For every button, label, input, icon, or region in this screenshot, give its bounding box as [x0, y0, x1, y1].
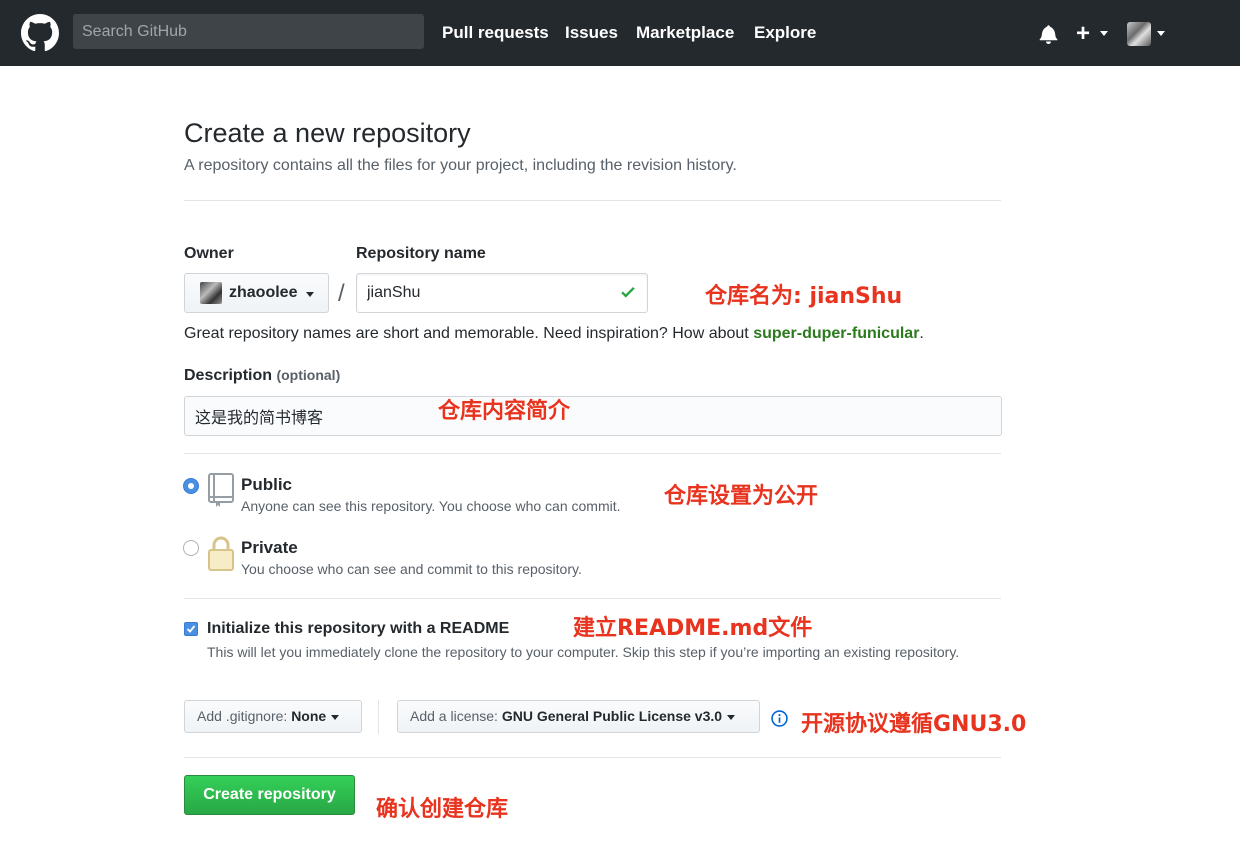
gitignore-value: None — [291, 708, 327, 724]
github-logo-icon[interactable] — [21, 14, 59, 52]
owner-name: zhaoolee — [229, 284, 298, 301]
plus-icon[interactable]: + — [1076, 22, 1090, 46]
nav-explore[interactable]: Explore — [754, 23, 816, 43]
nav-marketplace[interactable]: Marketplace — [636, 23, 734, 43]
check-icon — [621, 286, 635, 298]
avatar[interactable] — [1127, 22, 1151, 46]
readme-description: This will let you immediately clone the … — [207, 644, 960, 660]
create-repository-button[interactable]: Create repository — [184, 775, 355, 815]
repo-name-hint: Great repository names are short and mem… — [184, 325, 924, 342]
name-suggestion-link[interactable]: super-duper-funicular — [753, 325, 919, 342]
annotation-description: 仓库内容简介 — [438, 399, 571, 424]
divider — [378, 700, 379, 734]
repo-name-input[interactable] — [356, 273, 648, 313]
page-subtitle: A repository contains all the files for … — [184, 157, 737, 174]
repo-book-icon — [208, 473, 234, 507]
owner-select[interactable]: zhaoolee — [184, 273, 329, 313]
info-icon[interactable] — [771, 710, 788, 727]
chevron-down-icon[interactable] — [1100, 31, 1108, 36]
readme-title: Initialize this repository with a README — [207, 620, 510, 637]
chevron-down-icon — [306, 292, 314, 297]
nav-pull-requests[interactable]: Pull requests — [442, 23, 549, 43]
annotation-readme: 建立README.md文件 — [573, 616, 813, 641]
lock-icon — [208, 536, 234, 571]
owner-repo-separator: / — [338, 280, 345, 307]
nav-issues[interactable]: Issues — [565, 23, 618, 43]
public-radio[interactable] — [183, 478, 199, 494]
annotation-public: 仓库设置为公开 — [664, 484, 819, 509]
license-select[interactable]: Add a license: GNU General Public Licens… — [397, 700, 760, 733]
top-navbar: Pull requests Issues Marketplace Explore… — [0, 0, 1240, 66]
checkmark-icon — [186, 625, 196, 633]
owner-label: Owner — [184, 245, 234, 262]
public-description: Anyone can see this repository. You choo… — [241, 498, 621, 514]
divider — [184, 453, 1001, 454]
description-label: Description (optional) — [184, 367, 341, 384]
bell-icon[interactable] — [1039, 24, 1058, 44]
divider — [184, 757, 1001, 758]
annotation-license: 开源协议遵循GNU3.0 — [801, 712, 1027, 737]
optional-tag: (optional) — [276, 367, 341, 383]
private-title: Private — [241, 538, 298, 557]
divider — [184, 598, 1001, 599]
chevron-down-icon — [331, 714, 340, 720]
chevron-down-icon[interactable] — [1157, 31, 1165, 36]
owner-avatar — [200, 282, 222, 304]
private-radio[interactable] — [183, 540, 199, 556]
divider — [184, 200, 1001, 201]
repo-name-label: Repository name — [356, 245, 486, 262]
search-input[interactable] — [73, 14, 424, 49]
chevron-down-icon — [727, 714, 736, 720]
annotation-repo-name: 仓库名为: jianShu — [705, 284, 903, 309]
public-title: Public — [241, 475, 293, 494]
page-title: Create a new repository — [184, 118, 471, 148]
description-input[interactable] — [184, 396, 1002, 436]
license-value: GNU General Public License v3.0 — [501, 708, 723, 724]
gitignore-select[interactable]: Add .gitignore: None — [184, 700, 362, 733]
annotation-submit: 确认创建仓库 — [376, 797, 509, 822]
private-description: You choose who can see and commit to thi… — [241, 561, 582, 577]
